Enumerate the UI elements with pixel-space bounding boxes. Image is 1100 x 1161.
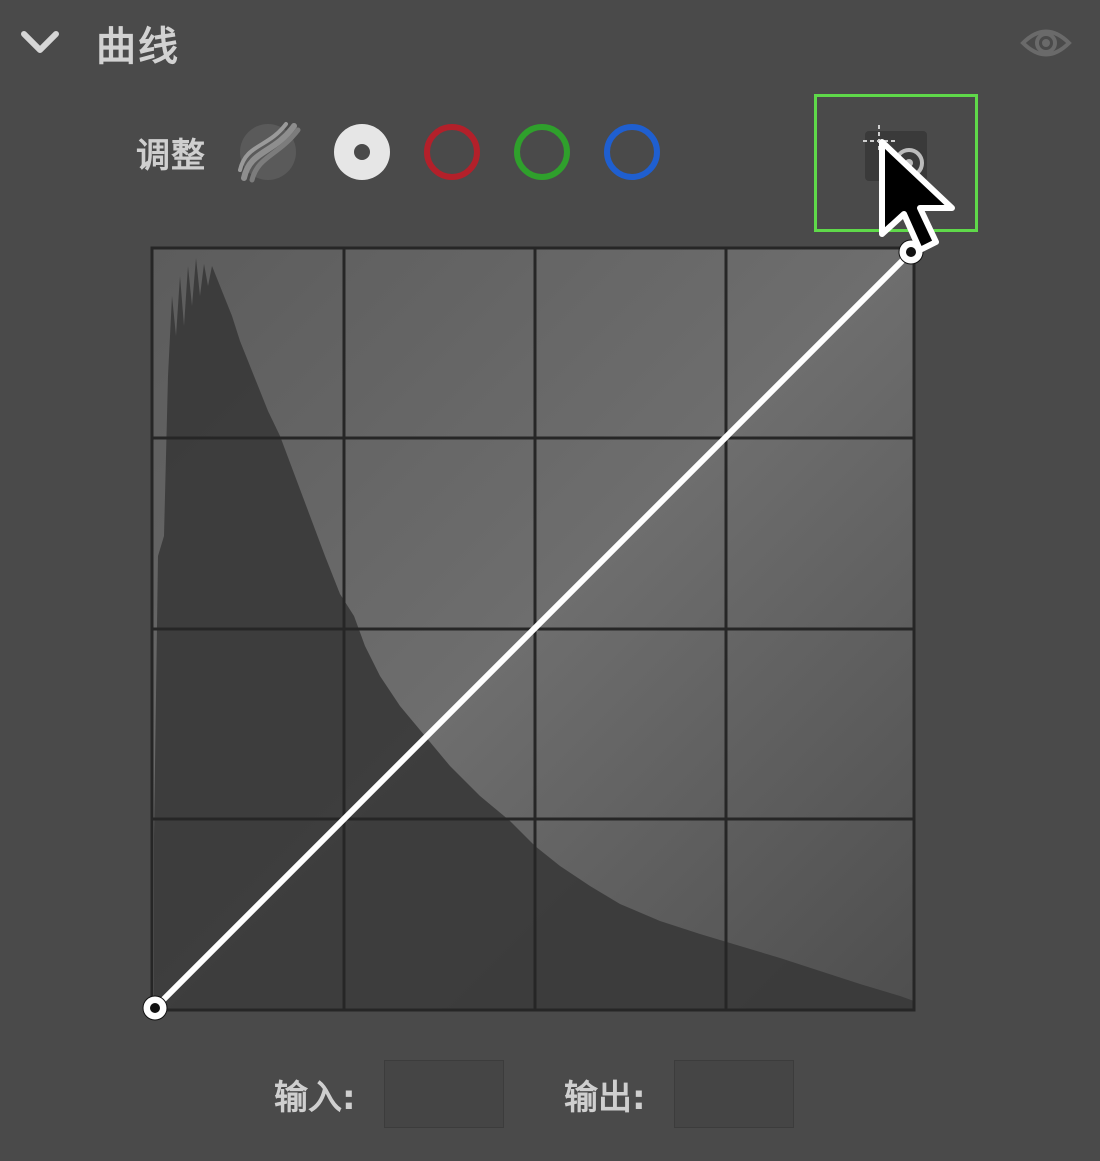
curve-graph — [142, 239, 924, 1021]
red-channel-icon — [424, 124, 480, 180]
green-channel-icon — [514, 124, 570, 180]
blue-channel-icon — [604, 124, 660, 180]
targeted-adjustment-icon — [863, 125, 927, 181]
adjust-label: 调整 — [136, 136, 206, 176]
panel-title: 曲线 — [96, 24, 180, 70]
input-label: 输入: — [274, 1078, 356, 1118]
input-field[interactable] — [384, 1060, 504, 1128]
output-label: 输出: — [564, 1078, 646, 1118]
curve-editor[interactable] — [140, 236, 940, 1036]
parametric-curve-button[interactable] — [234, 120, 304, 184]
red-channel-button[interactable] — [422, 122, 482, 182]
parametric-curve-icon — [238, 122, 301, 183]
curve-point-white-center — [906, 247, 916, 257]
blue-channel-button[interactable] — [602, 122, 662, 182]
rgb-channel-button[interactable] — [332, 122, 392, 182]
green-channel-button[interactable] — [512, 122, 572, 182]
panel-header: 曲线 — [0, 0, 1100, 88]
visibility-toggle[interactable] — [1020, 24, 1072, 62]
chevron-down-icon — [21, 31, 59, 53]
rgb-channel-icon — [334, 124, 390, 180]
targeted-adjustment-tool-button[interactable] — [814, 94, 978, 232]
output-field[interactable] — [674, 1060, 794, 1128]
eye-icon — [1020, 29, 1072, 57]
curve-point-black-center — [150, 1003, 160, 1013]
collapse-button[interactable] — [18, 22, 62, 62]
